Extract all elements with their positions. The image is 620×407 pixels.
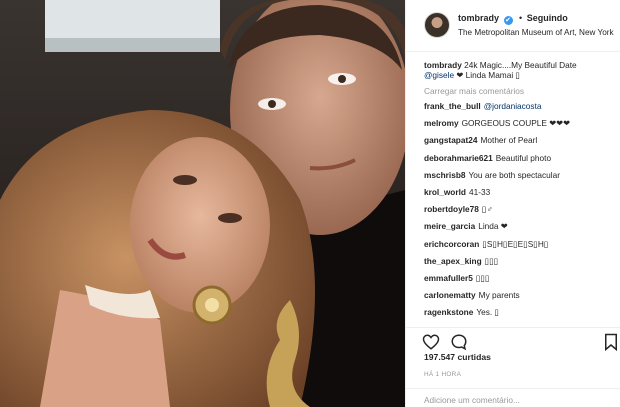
comment-row: mschrisb8 You are both spectacular — [424, 170, 616, 187]
comment-username[interactable]: gangstapat24 — [424, 135, 477, 145]
post-timestamp[interactable]: HÁ 1 HORA — [424, 371, 461, 378]
comment-row: deborahmarie621 Beautiful photo — [424, 153, 616, 170]
comment-text: Beautiful photo — [495, 152, 552, 163]
comment-text: Mother of Pearl — [480, 135, 538, 146]
comment-username[interactable]: meire_garcia — [424, 221, 475, 231]
selfie-image — [0, 0, 405, 407]
comment-username[interactable]: the_apex_king — [424, 256, 482, 266]
comment-mention[interactable]: @jordaniacosta — [484, 101, 542, 111]
comment-row: robertdoyle78 ▯♂ — [424, 204, 616, 221]
comment-row: emmafuller5 ▯▯▯ — [424, 273, 616, 290]
comment-username[interactable]: robertdoyle78 — [424, 204, 479, 214]
verified-badge-icon: ✔ — [503, 16, 513, 25]
load-more-comments-link[interactable]: Carregar mais comentários — [424, 86, 616, 96]
comment-username[interactable]: emmafuller5 — [424, 273, 473, 283]
comment-row: gangstapat24 Mother of Pearl — [424, 135, 616, 152]
caption: tombrady 24k Magic....My Beautiful Date … — [424, 60, 616, 81]
comment-text: Yes. ▯ — [476, 307, 500, 318]
caption-username[interactable]: tombrady — [424, 60, 462, 70]
header-line: tombrady ✔ • Seguindo — [458, 13, 568, 25]
comment-text: You are both spectacular — [468, 169, 560, 180]
comment-text: ▯▯▯ — [484, 255, 499, 266]
comment-row: the_apex_king ▯▯▯ — [424, 256, 616, 273]
comment-username[interactable]: ragenkstone — [424, 307, 473, 317]
comment-row: carlonematty My parents — [424, 290, 616, 307]
comment-username[interactable]: frank_the_bull — [424, 101, 481, 111]
comment-list: frank_the_bull @jordaniacosta melromy GORGE… — [424, 101, 616, 324]
comment-row: ragenkstone Yes. ▯ — [424, 307, 616, 324]
comment-text: 41-33 — [468, 187, 491, 198]
comment-text: GORGEOUS COUPLE ❤❤❤ — [461, 118, 571, 129]
comment-row: melromy GORGEOUS COUPLE ❤❤❤ — [424, 118, 616, 135]
comment-username[interactable]: melromy — [424, 118, 459, 128]
comment-username[interactable]: deborahmarie621 — [424, 153, 493, 163]
comment-row: krol_world 41-33 — [424, 187, 616, 204]
comment-text: ▯▯▯ — [475, 272, 490, 283]
comment-username[interactable]: carlonematty — [424, 290, 476, 300]
comment-text: My parents — [478, 290, 520, 301]
username-link[interactable]: tombrady — [458, 13, 499, 23]
comment-text: Linda ❤ — [478, 221, 508, 232]
likes-count[interactable]: 197.547 curtidas — [424, 352, 491, 362]
post-photo[interactable] — [0, 0, 405, 407]
comment-row: meire_garcia Linda ❤ — [424, 221, 616, 238]
separator-dot: • — [519, 13, 523, 23]
following-button[interactable]: Seguindo — [527, 13, 568, 23]
post-header: tombrady ✔ • Seguindo The Metropolitan M… — [406, 0, 620, 52]
comment-text: ▯S▯H▯E▯E▯S▯H▯ — [482, 238, 549, 249]
comment-username[interactable]: erichcorcoran — [424, 239, 479, 249]
caption-mention[interactable]: @gisele — [424, 70, 454, 80]
avatar[interactable] — [424, 12, 450, 38]
caption-text-2: ❤ Linda Mamai ▯ — [456, 70, 521, 81]
comment-text: ▯♂ — [481, 204, 493, 215]
heart-icon[interactable] — [422, 333, 440, 351]
comment-row: erichcorcoran ▯S▯H▯E▯E▯S▯H▯ — [424, 239, 616, 256]
comment-username[interactable]: mschrisb8 — [424, 170, 466, 180]
action-bar — [406, 327, 620, 353]
caption-text-1: 24k Magic....My Beautiful Date — [464, 60, 577, 70]
comment-bubble-icon[interactable] — [450, 333, 468, 351]
add-comment-input[interactable]: Adicione um comentário... — [406, 388, 620, 407]
comment-row: frank_the_bull @jordaniacosta — [424, 101, 616, 118]
bookmark-icon[interactable] — [602, 333, 620, 351]
comment-username[interactable]: krol_world — [424, 187, 466, 197]
instagram-post: tombrady ✔ • Seguindo The Metropolitan M… — [0, 0, 620, 407]
post-side-panel: tombrady ✔ • Seguindo The Metropolitan M… — [405, 0, 620, 407]
location-link[interactable]: The Metropolitan Museum of Art, New York — [458, 28, 614, 37]
comments-section: tombrady 24k Magic....My Beautiful Date … — [424, 60, 616, 325]
